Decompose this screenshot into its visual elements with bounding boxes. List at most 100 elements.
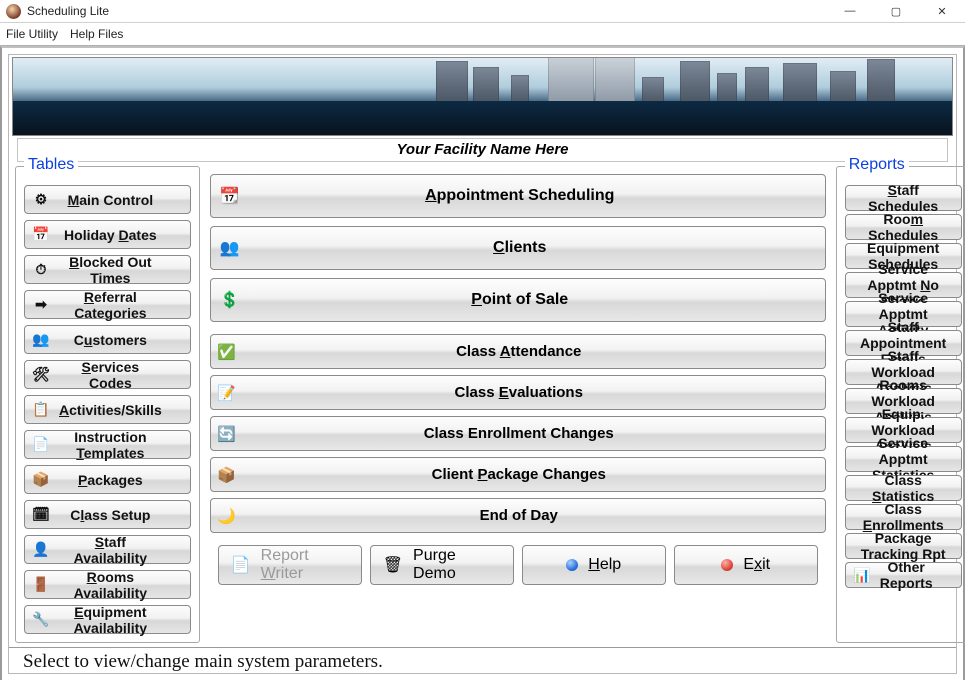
tables-packages-button[interactable]: 📦 Packages [24, 465, 191, 494]
reports-group: Reports Staff SchedulesRoom SchedulesEqu… [836, 166, 965, 643]
reports-package-tracking-rpt-label: Package Tracking Rpt [846, 530, 961, 562]
center-client-package-changes-label: Client Package Changes [245, 466, 825, 483]
report-icon: 📄 [231, 555, 251, 575]
list-icon: 📋 [31, 400, 51, 420]
reports-class-statistics-button[interactable]: Class Statistics [845, 475, 962, 501]
exit-icon [721, 559, 733, 571]
reports-legend: Reports [845, 156, 909, 174]
center-class-evaluations-label: Class Evaluations [245, 384, 825, 401]
center-point-of-sale-label: Point of Sale [251, 291, 825, 309]
help-label: Help [588, 556, 621, 574]
tables-activities-skills-label: Activities/Skills [59, 402, 190, 418]
purge-demo-label: Purge Demo [413, 547, 501, 583]
minimize-button[interactable]: — [827, 0, 873, 22]
app-icon [6, 4, 21, 19]
pkg-change-icon: 📦 [217, 465, 237, 485]
facility-name: Your Facility Name Here [17, 138, 948, 162]
equipment-icon: 🔧 [31, 610, 51, 630]
tables-customers-button[interactable]: 👥 Customers [24, 325, 191, 354]
help-button[interactable]: Help [522, 545, 666, 585]
center-clients-label: Clients [251, 239, 825, 257]
money-icon: 💲 [219, 289, 241, 311]
center-clients-button[interactable]: 👥 Clients [210, 226, 826, 270]
tables-equipment-availability-label: Equipment Availability [59, 604, 190, 636]
menu-help-files[interactable]: Help Files [70, 27, 123, 41]
tools-icon: 🛠 [31, 365, 51, 385]
room-icon: 🚪 [31, 575, 51, 595]
reports-staff-schedules-button[interactable]: Staff Schedules [845, 185, 962, 211]
tables-staff-availability-label: Staff Availability [59, 534, 190, 566]
tables-referral-categories-label: Referral Categories [59, 289, 190, 321]
tables-main-control-button[interactable]: ⚙ Main Control [24, 185, 191, 214]
title-bar: Scheduling Lite — ▢ ✕ [0, 0, 965, 23]
tables-holiday-dates-label: Holiday Dates [59, 227, 190, 243]
tables-rooms-availability-label: Rooms Availability [59, 569, 190, 601]
report-icon: 📊 [852, 565, 872, 585]
trash-icon: 🗑 [383, 555, 403, 575]
tables-legend: Tables [24, 156, 78, 174]
calendar-icon: 📅 [31, 225, 51, 245]
tables-instruction-templates-button[interactable]: 📄Instruction Templates [24, 430, 191, 459]
reports-staff-schedules-label: Staff Schedules [846, 182, 961, 214]
center-end-of-day-label: End of Day [245, 507, 825, 524]
tables-services-codes-button[interactable]: 🛠 Services Codes [24, 360, 191, 389]
action-row: 📄 Report Writer 🗑 Purge Demo Help Exit [210, 539, 826, 585]
reports-package-tracking-rpt-button[interactable]: Package Tracking Rpt [845, 533, 962, 559]
tables-blocked-out-times-button[interactable]: ⏱Blocked Out Times [24, 255, 191, 284]
reports-room-schedules-button[interactable]: Room Schedules [845, 214, 962, 240]
schedule-icon: 📆 [219, 185, 241, 207]
reports-class-statistics-label: Class Statistics [846, 472, 961, 504]
close-button[interactable]: ✕ [919, 0, 965, 22]
purge-demo-button[interactable]: 🗑 Purge Demo [370, 545, 514, 585]
center-client-package-changes-button[interactable]: 📦 Client Package Changes [210, 457, 826, 492]
arrow-icon: ➡ [31, 295, 51, 315]
center-class-attendance-button[interactable]: ✅Class Attendance [210, 334, 826, 369]
reports-class-enrollments-label: Class Enrollments [846, 501, 961, 533]
center-class-evaluations-button[interactable]: 📝Class Evaluations [210, 375, 826, 410]
center-appointment-scheduling-button[interactable]: 📆Appointment Scheduling [210, 174, 826, 218]
reports-service-apptmt-statistics-button[interactable]: Service Apptmt Statistics [845, 446, 962, 472]
tables-staff-availability-button[interactable]: 👤 Staff Availability [24, 535, 191, 564]
box-icon: 📦 [31, 470, 51, 490]
report-writer-label: Report Writer [261, 547, 349, 583]
menu-file-utility[interactable]: File Utility [6, 27, 58, 41]
tables-group: Tables ⚙Main Control📅Holiday Dates⏱Block… [15, 166, 200, 643]
class-icon: 🗓 [31, 505, 51, 525]
tables-referral-categories-button[interactable]: ➡ Referral Categories [24, 290, 191, 319]
tables-activities-skills-button[interactable]: 📋 Activities/Skills [24, 395, 191, 424]
exit-label: Exit [743, 556, 770, 574]
status-bar: Select to view/change main system parame… [9, 647, 956, 673]
reports-other-reports-label: Other Reports [880, 559, 961, 591]
exit-button[interactable]: Exit [674, 545, 818, 585]
center-class-attendance-label: Class Attendance [245, 343, 825, 360]
clock-block-icon: ⏱ [31, 260, 51, 280]
center-point-of-sale-button[interactable]: 💲 Point of Sale [210, 278, 826, 322]
tables-customers-label: Customers [59, 332, 190, 348]
eod-icon: 🌙 [217, 506, 237, 526]
enroll-change-icon: 🔄 [217, 424, 237, 444]
tables-class-setup-button[interactable]: 🗓 Class Setup [24, 500, 191, 529]
tables-rooms-availability-button[interactable]: 🚪 Rooms Availability [24, 570, 191, 599]
tables-main-control-label: Main Control [59, 192, 190, 208]
people-icon: 👥 [31, 330, 51, 350]
tables-holiday-dates-button[interactable]: 📅 Holiday Dates [24, 220, 191, 249]
center-end-of-day-button[interactable]: 🌙 End of Day [210, 498, 826, 533]
staff-icon: 👤 [31, 540, 51, 560]
window-title: Scheduling Lite [27, 4, 109, 18]
tables-equipment-availability-button[interactable]: 🔧 Equipment Availability [24, 605, 191, 634]
reports-class-enrollments-button[interactable]: Class Enrollments [845, 504, 962, 530]
tables-services-codes-label: Services Codes [59, 359, 190, 391]
clients-icon: 👥 [219, 237, 241, 259]
report-writer-button[interactable]: 📄 Report Writer [218, 545, 362, 585]
center-class-enrollment-changes-label: Class Enrollment Changes [245, 425, 825, 442]
main-control-icon: ⚙ [31, 190, 51, 210]
maximize-button[interactable]: ▢ [873, 0, 919, 22]
menu-bar: File Utility Help Files [0, 23, 965, 46]
tables-packages-label: Packages [59, 472, 190, 488]
reports-other-reports-button[interactable]: 📊 Other Reports [845, 562, 962, 588]
banner-image [12, 57, 953, 136]
help-icon [566, 559, 578, 571]
center-class-enrollment-changes-button[interactable]: 🔄 Class Enrollment Changes [210, 416, 826, 451]
reports-room-schedules-label: Room Schedules [846, 211, 961, 243]
tables-class-setup-label: Class Setup [59, 507, 190, 523]
